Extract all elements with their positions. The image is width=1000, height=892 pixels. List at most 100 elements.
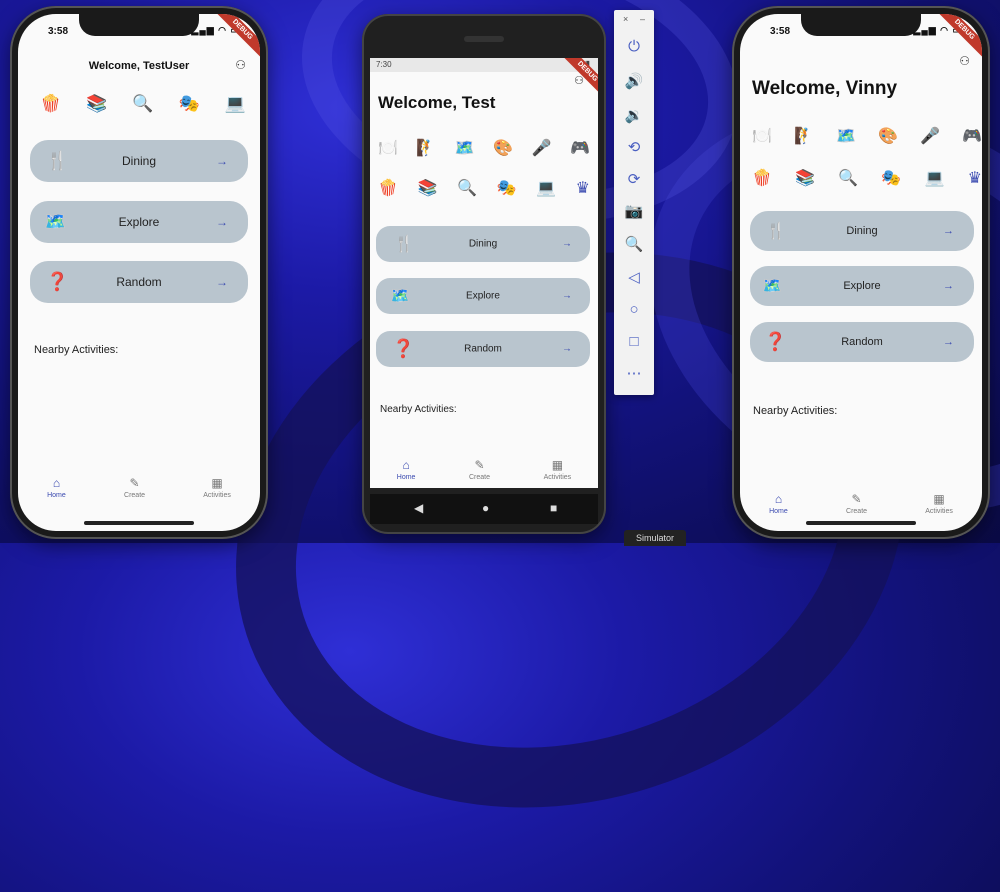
arrow-right-icon: →	[943, 225, 954, 237]
laptop-icon[interactable]: 💻	[536, 178, 556, 198]
pencil-icon: ✎	[129, 476, 140, 490]
theater-icon[interactable]: 🎭	[497, 178, 517, 198]
popcorn-icon[interactable]: 🍿	[378, 178, 398, 198]
crown-icon[interactable]: ♛	[576, 178, 590, 198]
nav-home-label: Home	[47, 492, 66, 499]
palette-icon[interactable]: 🎨	[878, 126, 898, 146]
arrow-right-icon: →	[562, 238, 572, 250]
dining-button[interactable]: 🍴 Dining →	[750, 211, 974, 251]
home-indicator[interactable]	[806, 521, 916, 525]
magnifier-icon[interactable]: 🔍	[457, 178, 477, 198]
nav-home[interactable]: ⌂ Home	[47, 476, 66, 499]
dining-plate-icon[interactable]: 🍽️	[752, 126, 772, 146]
simulator-dock-label[interactable]: Simulator	[624, 530, 686, 546]
nav-home[interactable]: ⌂ Home	[397, 458, 416, 481]
bottom-navigation: ⌂ Home ✎ Create ▦ Activities	[18, 476, 260, 499]
zoom-icon[interactable]: 🔍	[614, 235, 654, 253]
overview-icon[interactable]: □	[614, 333, 654, 350]
nav-create[interactable]: ✎ Create	[124, 476, 145, 499]
volume-up-icon[interactable]: 🔊	[614, 72, 654, 90]
nav-create[interactable]: ✎ Create	[846, 492, 867, 515]
power-icon[interactable]: ⏻	[614, 38, 654, 55]
magnifier-icon[interactable]: 🔍	[838, 168, 858, 188]
arrow-right-icon: →	[943, 336, 954, 348]
explore-label: Explore	[466, 290, 500, 302]
nav-activities[interactable]: ▦ Activities	[544, 458, 572, 481]
map-icon[interactable]: 🗺️	[455, 138, 475, 158]
books-icon[interactable]: 📚	[86, 94, 107, 114]
profile-icon[interactable]: ⚇	[574, 74, 584, 87]
volume-down-icon[interactable]: 🔉	[614, 106, 654, 124]
back-icon[interactable]: ◀	[414, 501, 423, 515]
nearby-activities-heading: Nearby Activities:	[753, 405, 838, 417]
profile-icon[interactable]: ⚇	[235, 58, 246, 72]
android-middle: 7:30 ▼◢▮ DEBUG ⚇ Welcome, Test 🍽️ 🧗 🗺️ 🎨…	[362, 14, 606, 534]
random-button[interactable]: ❓ Random →	[750, 322, 974, 362]
laptop-icon[interactable]: 💻	[225, 94, 246, 114]
explore-label: Explore	[843, 280, 881, 292]
random-button[interactable]: ❓ Random →	[376, 331, 590, 367]
nav-activities[interactable]: ▦ Activities	[203, 476, 231, 499]
dining-button[interactable]: 🍴 Dining →	[376, 226, 590, 262]
emoji-row-2: 🍿 📚 🔍 🎭 💻 ♛	[752, 168, 982, 188]
home-circle-icon[interactable]: ●	[482, 501, 489, 515]
dining-plate-icon[interactable]: 🍽️	[378, 138, 398, 158]
recents-icon[interactable]: ■	[550, 501, 557, 515]
climbing-icon[interactable]: 🧗	[794, 126, 814, 146]
nav-activities-label: Activities	[203, 492, 231, 499]
microphone-icon[interactable]: 🎤	[532, 138, 552, 158]
map-icon[interactable]: 🗺️	[836, 126, 856, 146]
palette-icon[interactable]: 🎨	[493, 138, 513, 158]
books-icon[interactable]: 📚	[418, 178, 438, 198]
nav-activities[interactable]: ▦ Activities	[925, 492, 953, 515]
theater-icon[interactable]: 🎭	[179, 94, 200, 114]
nav-home-label: Home	[769, 508, 788, 515]
theater-icon[interactable]: 🎭	[881, 168, 901, 188]
bottom-navigation: ⌂ Home ✎ Create ▦ Activities	[740, 492, 982, 515]
back-icon[interactable]: ◁	[614, 268, 654, 286]
popcorn-icon[interactable]: 🍿	[752, 168, 772, 188]
nav-create[interactable]: ✎ Create	[469, 458, 490, 481]
nearby-activities-heading: Nearby Activities:	[380, 404, 457, 415]
laptop-icon[interactable]: 💻	[925, 168, 945, 188]
dining-button[interactable]: 🍴 Dining →	[30, 140, 248, 182]
iphone-left: 3:58 ▂▄▆ ◠ ▭ DEBUG Welcome, TestUser ⚇ 🍿…	[10, 6, 268, 539]
more-icon[interactable]: ⋯	[614, 364, 654, 382]
camera-icon[interactable]: 📷	[614, 202, 654, 220]
rotate-right-icon[interactable]: ⟳	[614, 170, 654, 188]
home-indicator[interactable]	[84, 521, 194, 525]
explore-button[interactable]: 🗺️ Explore →	[750, 266, 974, 306]
android-system-nav: ◀ ● ■	[370, 494, 598, 524]
crown-icon[interactable]: ♛	[968, 168, 982, 188]
status-time: 3:58	[48, 26, 69, 37]
random-button[interactable]: ❓ Random →	[30, 261, 248, 303]
magnifier-icon[interactable]: 🔍	[132, 94, 153, 114]
pencil-icon: ✎	[851, 492, 862, 506]
gamepad-icon[interactable]: 🎮	[962, 126, 982, 146]
rotate-left-icon[interactable]: ⟲	[614, 138, 654, 156]
microphone-icon[interactable]: 🎤	[920, 126, 940, 146]
emoji-row: 🍿 📚 🔍 🎭 💻	[40, 94, 246, 114]
explore-button[interactable]: 🗺️ Explore →	[30, 201, 248, 243]
home-icon[interactable]: ○	[614, 301, 654, 318]
climbing-icon[interactable]: 🧗	[416, 138, 436, 158]
arrow-right-icon: →	[562, 290, 572, 302]
nav-create-label: Create	[124, 492, 146, 499]
nav-home[interactable]: ⌂ Home	[769, 492, 788, 515]
minimize-icon[interactable]: –	[640, 14, 645, 24]
gamepad-icon[interactable]: 🎮	[570, 138, 590, 158]
screen-right: 3:58 ▂▄▆ ◠ ▭ DEBUG ⚇ Welcome, Vinny 🍽️ 🧗…	[740, 14, 982, 531]
popcorn-icon[interactable]: 🍿	[40, 94, 61, 114]
dining-label: Dining	[468, 238, 498, 250]
close-icon[interactable]: ×	[623, 14, 628, 24]
camera-speaker	[464, 36, 504, 42]
calendar-icon: ▦	[211, 476, 223, 490]
profile-icon[interactable]: ⚇	[959, 54, 970, 68]
emoji-row-1: 🍽️ 🧗 🗺️ 🎨 🎤 🎮	[378, 138, 590, 158]
books-icon[interactable]: 📚	[795, 168, 815, 188]
nearby-activities-heading: Nearby Activities:	[34, 344, 119, 356]
explore-button[interactable]: 🗺️ Explore →	[376, 278, 590, 314]
random-label: Random	[841, 336, 883, 348]
nav-activities-label: Activities	[925, 508, 953, 515]
nav-create-label: Create	[846, 508, 868, 515]
